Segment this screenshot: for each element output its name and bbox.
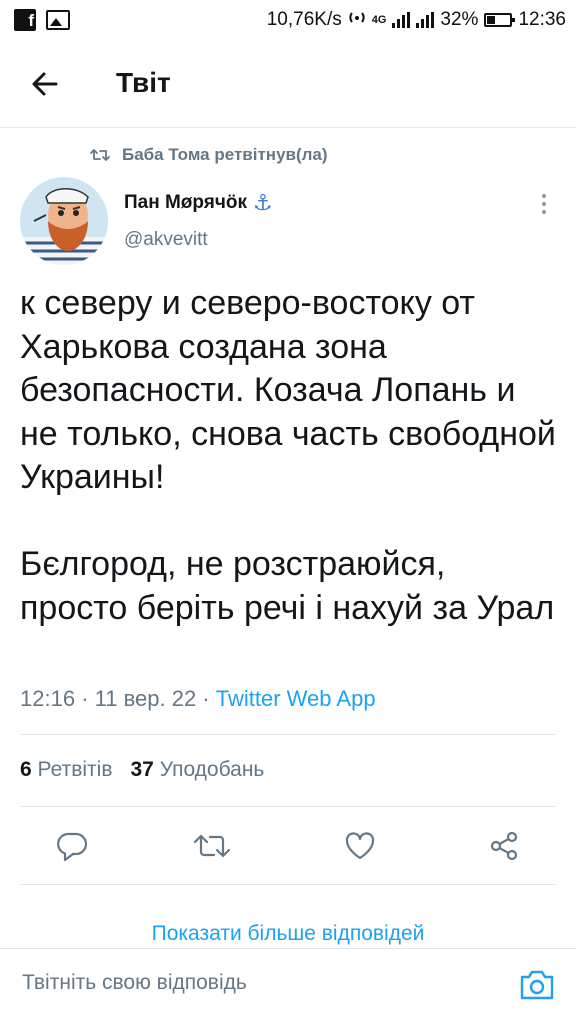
likes-count: 37 — [130, 758, 154, 781]
likes-label: Уподобань — [159, 758, 265, 781]
divider — [20, 884, 556, 885]
battery-percent: 32% — [440, 9, 479, 30]
image-notification-icon — [46, 10, 70, 30]
signal-icon — [392, 12, 411, 28]
reply-icon — [57, 832, 88, 862]
reply-input[interactable]: Твітніть свою відповідь — [22, 971, 247, 995]
retweets-label: Ретвітів — [37, 758, 113, 781]
tweet-time: 12:16 — [20, 686, 76, 711]
battery-icon — [484, 13, 516, 27]
signal-2-icon — [416, 12, 435, 28]
meta-separator: · — [202, 686, 210, 711]
tweet-date: 11 вер. 22 — [94, 686, 197, 711]
status-bar: f 10,76K/s 4G 32% 12:36 — [0, 0, 576, 40]
clock: 12:36 — [518, 9, 566, 30]
author-avatar[interactable] — [20, 177, 108, 265]
camera-icon — [520, 970, 554, 1000]
share-button[interactable] — [480, 822, 528, 870]
meta-separator: · — [81, 686, 89, 711]
retweets-count: 6 — [20, 758, 32, 781]
author-handle[interactable]: @akvevitt — [124, 229, 208, 251]
retweets-stat[interactable]: 6 Ретвітів — [20, 758, 112, 782]
divider — [20, 806, 556, 807]
tweet-stats: 6 Ретвітів 37 Уподобань — [20, 758, 264, 782]
likes-stat[interactable]: 37 Уподобань — [130, 758, 264, 782]
tweet-text: к северу и северо-востоку от Харькова со… — [20, 282, 560, 630]
tweet-paragraph: к северу и северо-востоку от Харькова со… — [20, 284, 556, 496]
retweet-button[interactable] — [188, 822, 236, 870]
status-bar-notifications: f — [14, 9, 70, 31]
sailor-avatar-illustration — [20, 177, 108, 265]
heart-icon — [345, 832, 375, 860]
camera-button[interactable] — [518, 967, 556, 1003]
anchor-emoji-icon: ⚓ — [253, 190, 273, 215]
like-button[interactable] — [336, 822, 384, 870]
author-name[interactable]: Пан Мøрячöк ⚓ — [124, 190, 273, 216]
retweet-context[interactable]: Баба Тома ретвітнув(ла) — [90, 145, 328, 165]
retweeted-by-label: Баба Тома ретвітнув(ла) — [122, 145, 328, 164]
tweet-actions — [0, 822, 576, 870]
show-more-replies-link[interactable]: Показати більше відповідей — [0, 922, 576, 948]
network-type: 4G — [371, 14, 387, 26]
retweet-icon — [193, 834, 231, 858]
back-button[interactable] — [26, 64, 66, 104]
more-vertical-icon — [542, 194, 546, 214]
battery-level-fill — [487, 16, 496, 24]
tweet-more-button[interactable] — [530, 190, 558, 218]
page-title: Твіт — [116, 67, 171, 98]
tweet-paragraph: Бєлгород, не розстраюйся, просто берiть … — [20, 545, 555, 627]
divider — [20, 734, 556, 735]
hotspot-icon — [348, 8, 366, 32]
retweet-small-icon — [90, 149, 110, 161]
status-bar-system: 10,76K/s 4G 32% 12:36 — [267, 8, 566, 32]
app-header: Твіт — [0, 40, 576, 128]
arrow-left-icon — [32, 72, 58, 96]
reply-button[interactable] — [48, 822, 96, 870]
tweet-meta: 12:16 · 11 вер. 22 · Twitter Web App — [20, 686, 376, 712]
network-speed: 10,76K/s — [266, 9, 342, 30]
facebook-notification-icon: f — [14, 9, 36, 31]
author-name-text: Пан Мøрячöк — [124, 192, 247, 213]
share-icon — [490, 831, 518, 861]
reply-composer: Твітніть свою відповідь — [0, 948, 576, 1024]
tweet-source-link[interactable]: Twitter Web App — [216, 686, 376, 711]
